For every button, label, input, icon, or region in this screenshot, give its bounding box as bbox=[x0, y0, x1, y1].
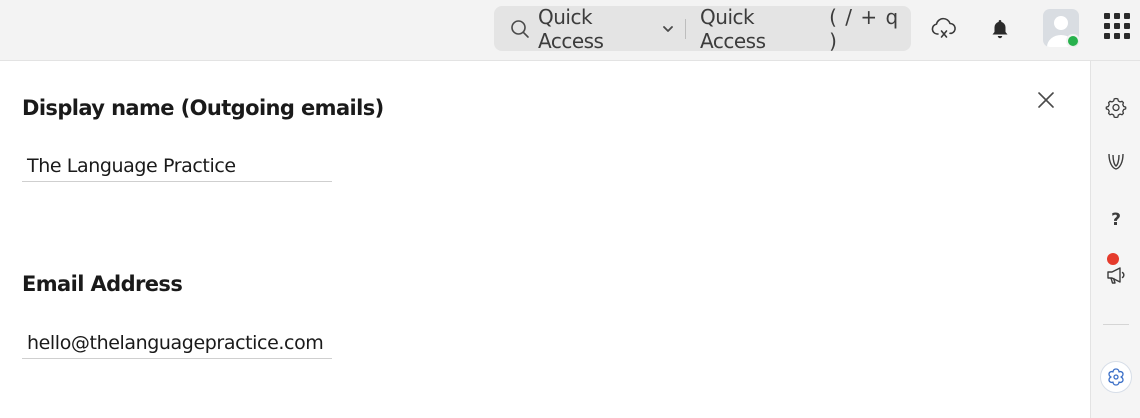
display-name-field[interactable]: The Language Practice bbox=[22, 152, 332, 182]
feather-logo-icon[interactable] bbox=[1091, 146, 1140, 176]
cloud-sync-icon[interactable] bbox=[930, 14, 958, 44]
keyboard-shortcut-hint: ( / + q ) bbox=[829, 4, 900, 53]
bot-icon[interactable] bbox=[1100, 361, 1132, 393]
email-address-field[interactable]: hello@thelanguagepractice.com bbox=[22, 329, 332, 359]
apps-grid-icon[interactable] bbox=[1104, 13, 1130, 39]
avatar[interactable] bbox=[1043, 9, 1079, 47]
chevron-down-icon[interactable] bbox=[663, 24, 673, 34]
display-name-heading: Display name (Outgoing emails) bbox=[22, 96, 384, 120]
online-status-indicator bbox=[1066, 34, 1079, 47]
email-address-heading: Email Address bbox=[22, 272, 183, 296]
search-divider bbox=[685, 18, 687, 39]
bell-icon[interactable] bbox=[986, 14, 1014, 44]
announcement-icon[interactable] bbox=[1091, 260, 1140, 290]
quick-access-placeholder[interactable]: Quick Access bbox=[700, 5, 819, 53]
rail-divider bbox=[1103, 324, 1129, 325]
settings-icon[interactable] bbox=[1091, 92, 1140, 122]
quick-access-dropdown-label[interactable]: Quick Access bbox=[538, 5, 657, 53]
close-icon[interactable] bbox=[1036, 90, 1056, 110]
top-bar: Quick Access Quick Access ( / + q ) bbox=[0, 0, 1140, 61]
help-icon[interactable]: ? bbox=[1091, 205, 1140, 235]
quick-access-search[interactable]: Quick Access Quick Access ( / + q ) bbox=[494, 4, 911, 53]
search-icon bbox=[510, 19, 530, 39]
right-rail: ? bbox=[1090, 61, 1140, 418]
